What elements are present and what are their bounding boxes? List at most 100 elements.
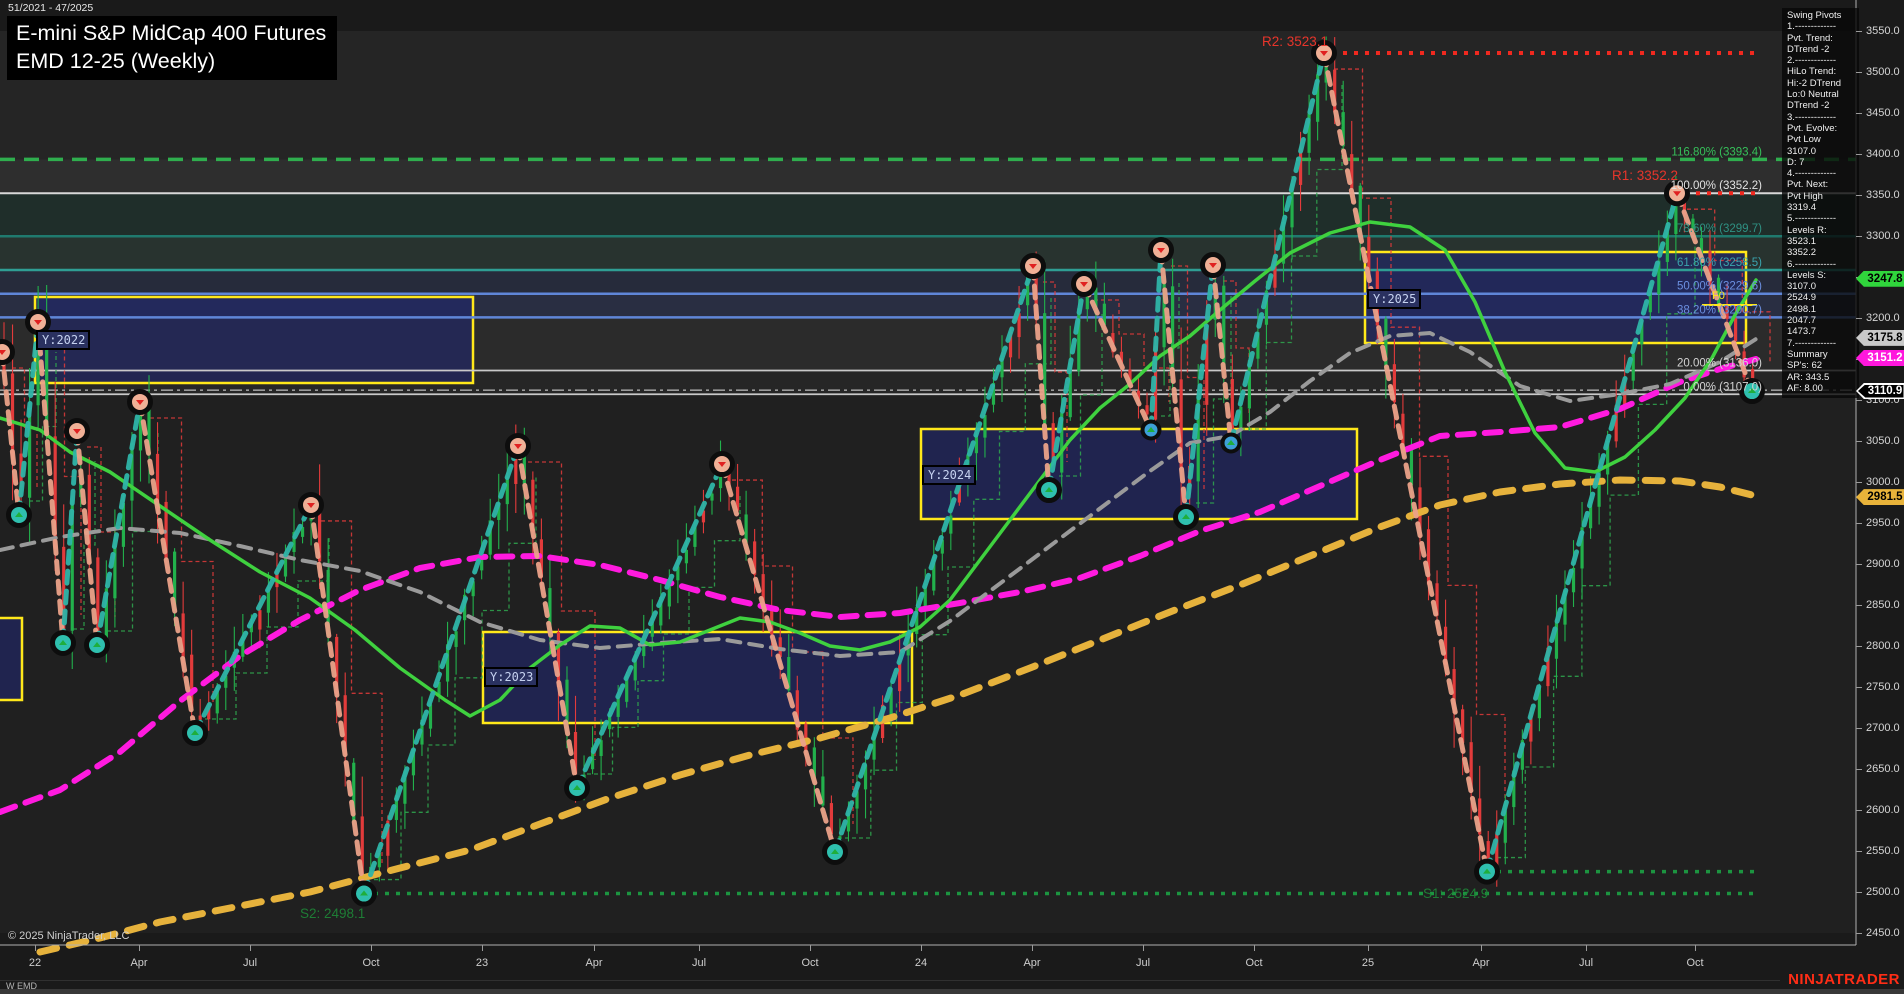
- price-tick-label: 3300.0: [1866, 230, 1900, 242]
- swing-panel-line: 3.-------------: [1787, 112, 1859, 123]
- date-range: 51/2021 - 47/2025: [8, 2, 93, 14]
- price-tick-label: 3450.0: [1866, 107, 1900, 119]
- time-tick-mark: [594, 945, 595, 951]
- swing-panel-line: DTrend -2: [1787, 100, 1859, 111]
- candle-body: [983, 415, 986, 438]
- axis-separator: [0, 980, 1780, 981]
- price-tick-mark: [1856, 400, 1862, 401]
- candle-body: [1077, 308, 1080, 371]
- price-tick-label: 3400.0: [1866, 148, 1900, 160]
- time-tick-mark: [921, 945, 922, 951]
- fib-label: 78.60% (3299.7): [1677, 223, 1762, 235]
- swing-panel-line: Levels R:: [1787, 225, 1859, 236]
- year-label-Y-2024: Y:2024: [928, 468, 971, 482]
- candle-body: [1384, 319, 1387, 369]
- price-tick-label: 3000.0: [1866, 476, 1900, 488]
- candle-body: [258, 610, 261, 629]
- swing-panel-line: 3107.0: [1787, 281, 1859, 292]
- price-tick-mark: [1856, 318, 1862, 319]
- swing-panel-line: 1473.7: [1787, 326, 1859, 337]
- time-tick-mark: [250, 945, 251, 951]
- price-tick-label: 3200.0: [1866, 312, 1900, 324]
- swing-panel-line: Pvt Low: [1787, 134, 1859, 145]
- swing-panel-line: Pvt. Trend:: [1787, 33, 1859, 44]
- contract-period-title: EMD 12-25 (Weekly): [16, 47, 326, 75]
- swing-panel-line: SP's: 62: [1787, 360, 1859, 371]
- price-tick-mark: [1856, 605, 1862, 606]
- price-tick-label: 2550.0: [1866, 845, 1900, 857]
- price-marker-tag: 3175.8: [1856, 330, 1904, 346]
- swing-panel-line: Swing Pivots: [1787, 10, 1859, 21]
- price-chart-canvas[interactable]: F0116.80% (3393.4)100.00% (3352.2)78.60%…: [0, 0, 1904, 994]
- price-marker-tag: 3151.2: [1856, 350, 1904, 366]
- fib-label: 50.00% (3229.6): [1677, 281, 1762, 293]
- price-tick-mark: [1856, 769, 1862, 770]
- swing-panel-line: 2498.1: [1787, 304, 1859, 315]
- bottom-strip: [0, 989, 1904, 994]
- time-tick-label: Apr: [1023, 957, 1040, 969]
- price-tick-label: 2800.0: [1866, 640, 1900, 652]
- time-tick-label: Jul: [243, 957, 257, 969]
- price-tick-mark: [1856, 195, 1862, 196]
- time-tick-mark: [1368, 945, 1369, 951]
- time-tick-label: Apr: [585, 957, 602, 969]
- price-tick-mark: [1856, 564, 1862, 565]
- candle-body: [1734, 318, 1737, 341]
- price-marker-value: 3247.8: [1865, 271, 1904, 287]
- fib-label: 61.80% (3258.5): [1677, 257, 1762, 269]
- fib-label: 38.20% (3200.7): [1677, 304, 1762, 316]
- sr-label-S2: S2: 2498.1: [300, 906, 365, 921]
- price-tick-mark: [1856, 72, 1862, 73]
- fib-label: 20.00% (3136.0): [1677, 357, 1762, 369]
- swing-panel-line: 3319.4: [1787, 202, 1859, 213]
- chart-title-block: E-mini S&P MidCap 400 Futures EMD 12-25 …: [7, 16, 337, 80]
- time-tick-mark: [482, 945, 483, 951]
- price-marker-tag: 2981.5: [1856, 489, 1904, 505]
- price-tick-label: 2700.0: [1866, 722, 1900, 734]
- fib-label: 116.80% (3393.4): [1671, 146, 1762, 158]
- fib-label: 0.00% (3107.0): [1683, 381, 1762, 393]
- swing-panel-line: Levels S:: [1787, 270, 1859, 281]
- price-tick-label: 2950.0: [1866, 517, 1900, 529]
- swing-panel-line: AR: 343.5: [1787, 372, 1859, 383]
- swing-pivots-panel: Swing Pivots1.-------------Pvt. Trend:DT…: [1782, 8, 1859, 398]
- swing-panel-line: Summary: [1787, 349, 1859, 360]
- swing-panel-line: 3523.1: [1787, 236, 1859, 247]
- price-tick-label: 2900.0: [1866, 558, 1900, 570]
- sr-label-R2: R2: 3523.1: [1262, 34, 1328, 49]
- candle-body: [565, 680, 568, 725]
- price-marker-value: 3175.8: [1865, 330, 1904, 346]
- candle-body: [1410, 446, 1413, 486]
- price-zone-band: [0, 159, 1856, 193]
- time-tick-mark: [35, 945, 36, 951]
- swing-panel-line: 3352.2: [1787, 247, 1859, 258]
- sr-label-R1: R1: 3352.2: [1612, 168, 1678, 183]
- swing-panel-line: Pvt. Next:: [1787, 179, 1859, 190]
- time-tick-label: Apr: [1472, 957, 1489, 969]
- candle-body: [506, 477, 509, 504]
- candle-body: [130, 443, 133, 501]
- time-axis[interactable]: 22AprJulOct23AprJulOct24AprJulOct25AprJu…: [0, 945, 1904, 985]
- ninjatrader-logo: NINJATRADER: [1788, 971, 1900, 988]
- swing-panel-line: D: 7: [1787, 157, 1859, 168]
- price-tick-mark: [1856, 523, 1862, 524]
- time-tick-label: 25: [1362, 957, 1374, 969]
- candle-body: [454, 631, 457, 647]
- sr-label-S1: S1: 2524.9: [1423, 886, 1488, 901]
- swing-panel-line: 7.-------------: [1787, 338, 1859, 349]
- price-marker-value: 3110.9: [1865, 383, 1904, 399]
- price-tick-mark: [1856, 892, 1862, 893]
- candle-body: [617, 696, 620, 717]
- price-tick-mark: [1856, 236, 1862, 237]
- time-tick-mark: [1481, 945, 1482, 951]
- candle-body: [898, 661, 901, 691]
- price-tick-mark: [1856, 154, 1862, 155]
- time-tick-label: Oct: [1245, 957, 1262, 969]
- swing-panel-line: 6.-------------: [1787, 259, 1859, 270]
- price-marker-tag: 3110.9: [1856, 383, 1904, 399]
- price-axis[interactable]: 3550.03500.03450.03400.03350.03300.03200…: [1856, 0, 1904, 945]
- year-box-Y-2024: [921, 429, 1357, 519]
- price-tick-mark: [1856, 113, 1862, 114]
- time-tick-label: Oct: [362, 957, 379, 969]
- time-tick-label: Apr: [130, 957, 147, 969]
